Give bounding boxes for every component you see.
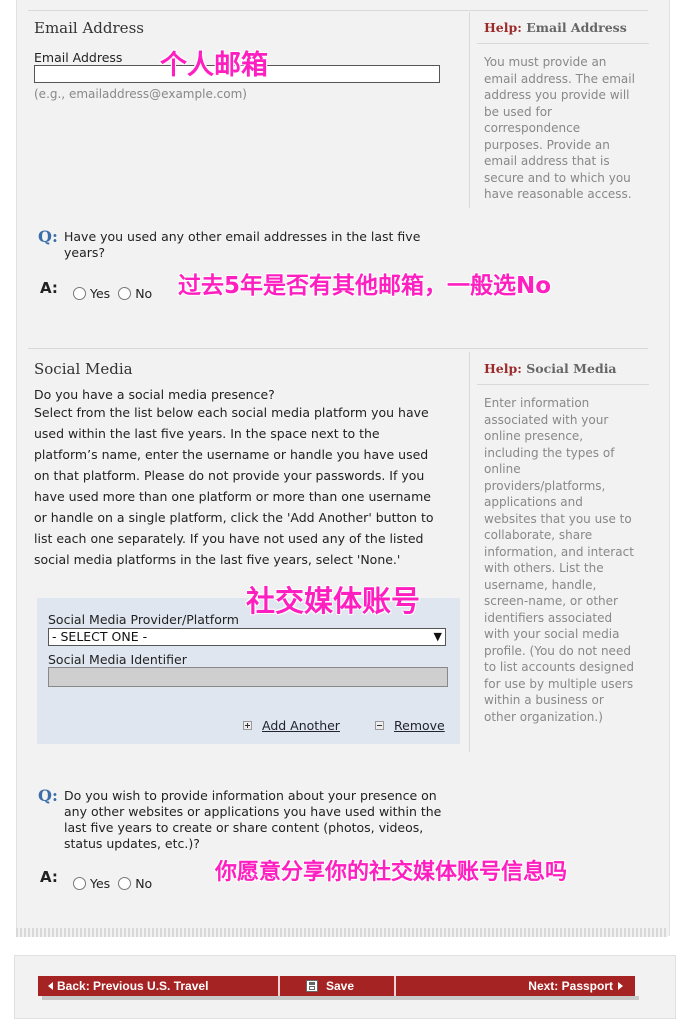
provider-label: Social Media Provider/Platform <box>48 612 239 627</box>
remove-button[interactable]: Remove <box>375 718 445 733</box>
email-hint: (e.g., emailaddress@example.com) <box>34 87 247 101</box>
back-button-label: Back: Previous U.S. Travel <box>57 979 209 993</box>
add-another-button[interactable]: Add Another <box>243 718 340 733</box>
other-email-radio-group: Yes No <box>73 286 160 301</box>
annotation-email: 个人邮箱 <box>160 50 268 81</box>
no-label: No <box>135 286 153 301</box>
help-title-divider <box>477 43 649 44</box>
back-button[interactable]: Back: Previous U.S. Travel <box>38 976 278 996</box>
help-prefix: Help: <box>484 361 522 376</box>
next-button-label: Next: Passport <box>528 979 613 993</box>
social-help-text: Enter information associated with your o… <box>484 396 634 724</box>
save-button[interactable]: Save <box>280 976 394 996</box>
remove-label: Remove <box>394 718 445 733</box>
email-help-text: You must provide an email address. The e… <box>484 55 635 201</box>
help-divider <box>469 12 470 208</box>
help-topic: Social Media <box>526 361 617 376</box>
social-help-title: Help: Social Media <box>484 361 617 376</box>
answer-marker: A: <box>40 868 58 886</box>
other-email-yes-radio[interactable] <box>73 287 86 300</box>
email-section-title: Email Address <box>34 19 144 37</box>
provider-selected-value: - SELECT ONE - <box>52 629 148 644</box>
answer-marker: A: <box>40 279 58 297</box>
email-field-label: Email Address <box>34 50 123 65</box>
help-title-divider <box>477 384 649 385</box>
no-label: No <box>135 876 153 891</box>
yes-label: Yes <box>90 876 111 891</box>
other-websites-yes-radio[interactable] <box>73 877 86 890</box>
social-identifier-field[interactable] <box>48 667 448 687</box>
other-email-no-radio[interactable] <box>118 287 132 300</box>
section-divider <box>28 10 648 11</box>
page-bottom-border <box>16 928 668 937</box>
other-email-question-text: Have you used any other email addresses … <box>64 229 421 260</box>
yes-label: Yes <box>90 286 111 301</box>
identifier-label: Social Media Identifier <box>48 652 187 667</box>
help-divider <box>469 352 470 752</box>
other-websites-no-radio[interactable] <box>118 877 132 890</box>
help-topic: Email Address <box>526 20 627 35</box>
email-help-title: Help: Email Address <box>484 20 627 35</box>
social-section-title: Social Media <box>34 360 133 378</box>
annotation-social: 社交媒体账号 <box>246 584 421 618</box>
arrow-left-icon <box>48 982 53 990</box>
question-marker: Q: <box>38 786 58 805</box>
section-divider <box>28 348 648 349</box>
annotation-other-email: 过去5年是否有其他邮箱，一般选No <box>178 273 552 299</box>
save-button-label: Save <box>326 979 355 993</box>
help-prefix: Help: <box>484 20 522 35</box>
social-instructions: Select from the list below each social m… <box>34 405 434 567</box>
question-marker: Q: <box>38 227 58 246</box>
minus-icon <box>375 721 384 730</box>
add-another-label: Add Another <box>262 718 340 733</box>
arrow-right-icon <box>618 982 623 990</box>
nav-shadow <box>42 996 639 1000</box>
provider-select[interactable]: - SELECT ONE - ▼ <box>48 628 446 646</box>
other-websites-radio-group: Yes No <box>73 876 160 891</box>
chevron-down-icon: ▼ <box>433 630 442 643</box>
save-icon <box>306 980 318 992</box>
social-presence-question: Do you have a social media presence? <box>34 387 275 402</box>
plus-icon <box>243 721 252 730</box>
next-button[interactable]: Next: Passport <box>396 976 635 996</box>
other-websites-question-text: Do you wish to provide information about… <box>64 788 442 851</box>
annotation-other-websites: 你愿意分享你的社交媒体账号信息吗 <box>215 860 568 885</box>
